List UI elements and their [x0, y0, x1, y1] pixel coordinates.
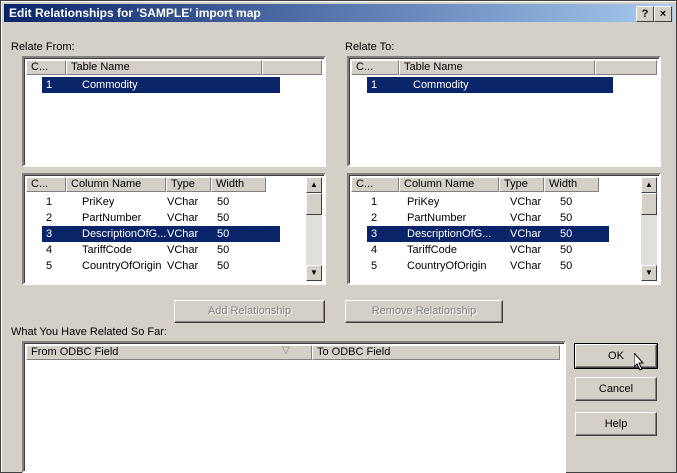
selected-row[interactable] [42, 77, 280, 93]
table-row-name: Commodity [82, 77, 138, 93]
col-header-type[interactable]: Type [166, 177, 211, 192]
col-header-c[interactable]: C... [351, 60, 399, 75]
scroll-up-icon[interactable]: ▲ [306, 177, 322, 193]
list-item-width: 50 [560, 196, 573, 208]
list-item-type: VChar [510, 196, 542, 208]
list-item-name[interactable]: PriKey [82, 194, 114, 210]
scroll-down-icon[interactable]: ▼ [306, 265, 322, 281]
col-header-blank [595, 60, 657, 75]
list-item-name[interactable]: TariffCode [82, 242, 132, 258]
list-item-c: 4 [371, 244, 378, 256]
vertical-scrollbar[interactable]: ▲ ▼ [641, 177, 657, 281]
list-item-c: 3 [46, 226, 53, 242]
relate-to-columns-list[interactable]: C... Column Name Type Width 1 PriKey VCh… [347, 173, 661, 285]
related-so-far-label: What You Have Related So Far: [11, 326, 167, 338]
scroll-down-icon[interactable]: ▼ [641, 265, 657, 281]
col-header-width[interactable]: Width [544, 177, 599, 192]
list-item-c: 2 [46, 212, 53, 224]
scroll-thumb[interactable] [306, 193, 322, 215]
col-header-table-name[interactable]: Table Name [66, 60, 262, 75]
remove-relationship-button[interactable]: Remove Relationship [345, 300, 503, 323]
table-row-name: Commodity [413, 77, 469, 93]
list-item-width: 50 [560, 212, 573, 224]
list-item-width: 50 [560, 244, 573, 256]
add-relationship-button[interactable]: Add Relationship [174, 300, 325, 323]
list-item-type: VChar [510, 226, 542, 242]
list-item-name[interactable]: PartNumber [407, 210, 466, 226]
list-item-name[interactable]: TariffCode [407, 242, 457, 258]
title-bar: Edit Relationships for 'SAMPLE' import m… [4, 4, 673, 22]
list-item-name[interactable]: PartNumber [82, 210, 141, 226]
table-row-c: 1 [371, 77, 378, 93]
list-item-name[interactable]: CountryOfOrigin [407, 258, 486, 274]
sort-arrow-icon: ▽ [282, 345, 290, 356]
relate-from-columns-list[interactable]: C... Column Name Type Width 1 PriKey VCh… [22, 173, 326, 285]
list-item-name[interactable]: CountryOfOrigin [82, 258, 161, 274]
list-item-type: VChar [167, 196, 199, 208]
window-title: Edit Relationships for 'SAMPLE' import m… [9, 6, 261, 20]
scroll-thumb[interactable] [641, 193, 657, 215]
list-item-type: VChar [510, 260, 542, 272]
list-item-width: 50 [560, 260, 573, 272]
list-item-name[interactable]: DescriptionOfG... [82, 226, 167, 242]
list-item-width: 50 [217, 196, 230, 208]
list-item-c: 1 [46, 196, 53, 208]
col-header-column-name[interactable]: Column Name [399, 177, 499, 192]
list-item-name[interactable]: PriKey [407, 194, 439, 210]
col-header-c[interactable]: C... [26, 177, 66, 192]
col-header-c[interactable]: C... [351, 177, 399, 192]
relate-to-tables-list[interactable]: C... Table Name 1 Commodity [347, 56, 661, 167]
list-item-type: VChar [167, 212, 199, 224]
list-item-type: VChar [510, 244, 542, 256]
list-item-width: 50 [560, 226, 573, 242]
related-fields-list[interactable]: From ODBC Field ▽ To ODBC Field [22, 341, 566, 473]
list-item-type: VChar [167, 244, 199, 256]
selected-row[interactable] [367, 77, 613, 93]
col-header-to-odbc-field[interactable]: To ODBC Field [312, 345, 560, 360]
relate-from-label: Relate From: [11, 41, 75, 53]
ok-button-label: OK [608, 350, 624, 362]
list-item-c: 5 [371, 260, 378, 272]
mouse-cursor-icon [634, 353, 645, 371]
col-header-width[interactable]: Width [211, 177, 266, 192]
list-item-c: 3 [371, 226, 378, 242]
help-title-button[interactable]: ? [636, 6, 654, 22]
list-item-c: 1 [371, 196, 378, 208]
cancel-button[interactable]: Cancel [575, 377, 657, 401]
list-item-width: 50 [217, 226, 230, 242]
list-item-type: VChar [167, 260, 199, 272]
list-item-type: VChar [167, 226, 199, 242]
help-button[interactable]: Help [575, 412, 657, 436]
col-header-type[interactable]: Type [499, 177, 544, 192]
list-item-width: 50 [217, 244, 230, 256]
col-header-column-name[interactable]: Column Name [66, 177, 166, 192]
list-item-type: VChar [510, 212, 542, 224]
list-item-width: 50 [217, 260, 230, 272]
vertical-scrollbar[interactable]: ▲ ▼ [306, 177, 322, 281]
col-header-from-odbc-field[interactable]: From ODBC Field [26, 345, 312, 360]
scroll-up-icon[interactable]: ▲ [641, 177, 657, 193]
list-item-c: 5 [46, 260, 53, 272]
relate-to-label: Relate To: [345, 41, 395, 53]
col-header-blank [262, 60, 322, 75]
close-button[interactable]: × [654, 6, 672, 22]
list-item-width: 50 [217, 212, 230, 224]
edit-relationships-dialog: Edit Relationships for 'SAMPLE' import m… [0, 0, 677, 473]
list-item-c: 4 [46, 244, 53, 256]
col-header-table-name[interactable]: Table Name [399, 60, 595, 75]
relate-from-tables-list[interactable]: C... Table Name 1 Commodity [22, 56, 326, 167]
list-item-name[interactable]: DescriptionOfG... [407, 226, 492, 242]
col-header-c[interactable]: C... [26, 60, 66, 75]
list-item-c: 2 [371, 212, 378, 224]
table-row-c: 1 [46, 77, 53, 93]
